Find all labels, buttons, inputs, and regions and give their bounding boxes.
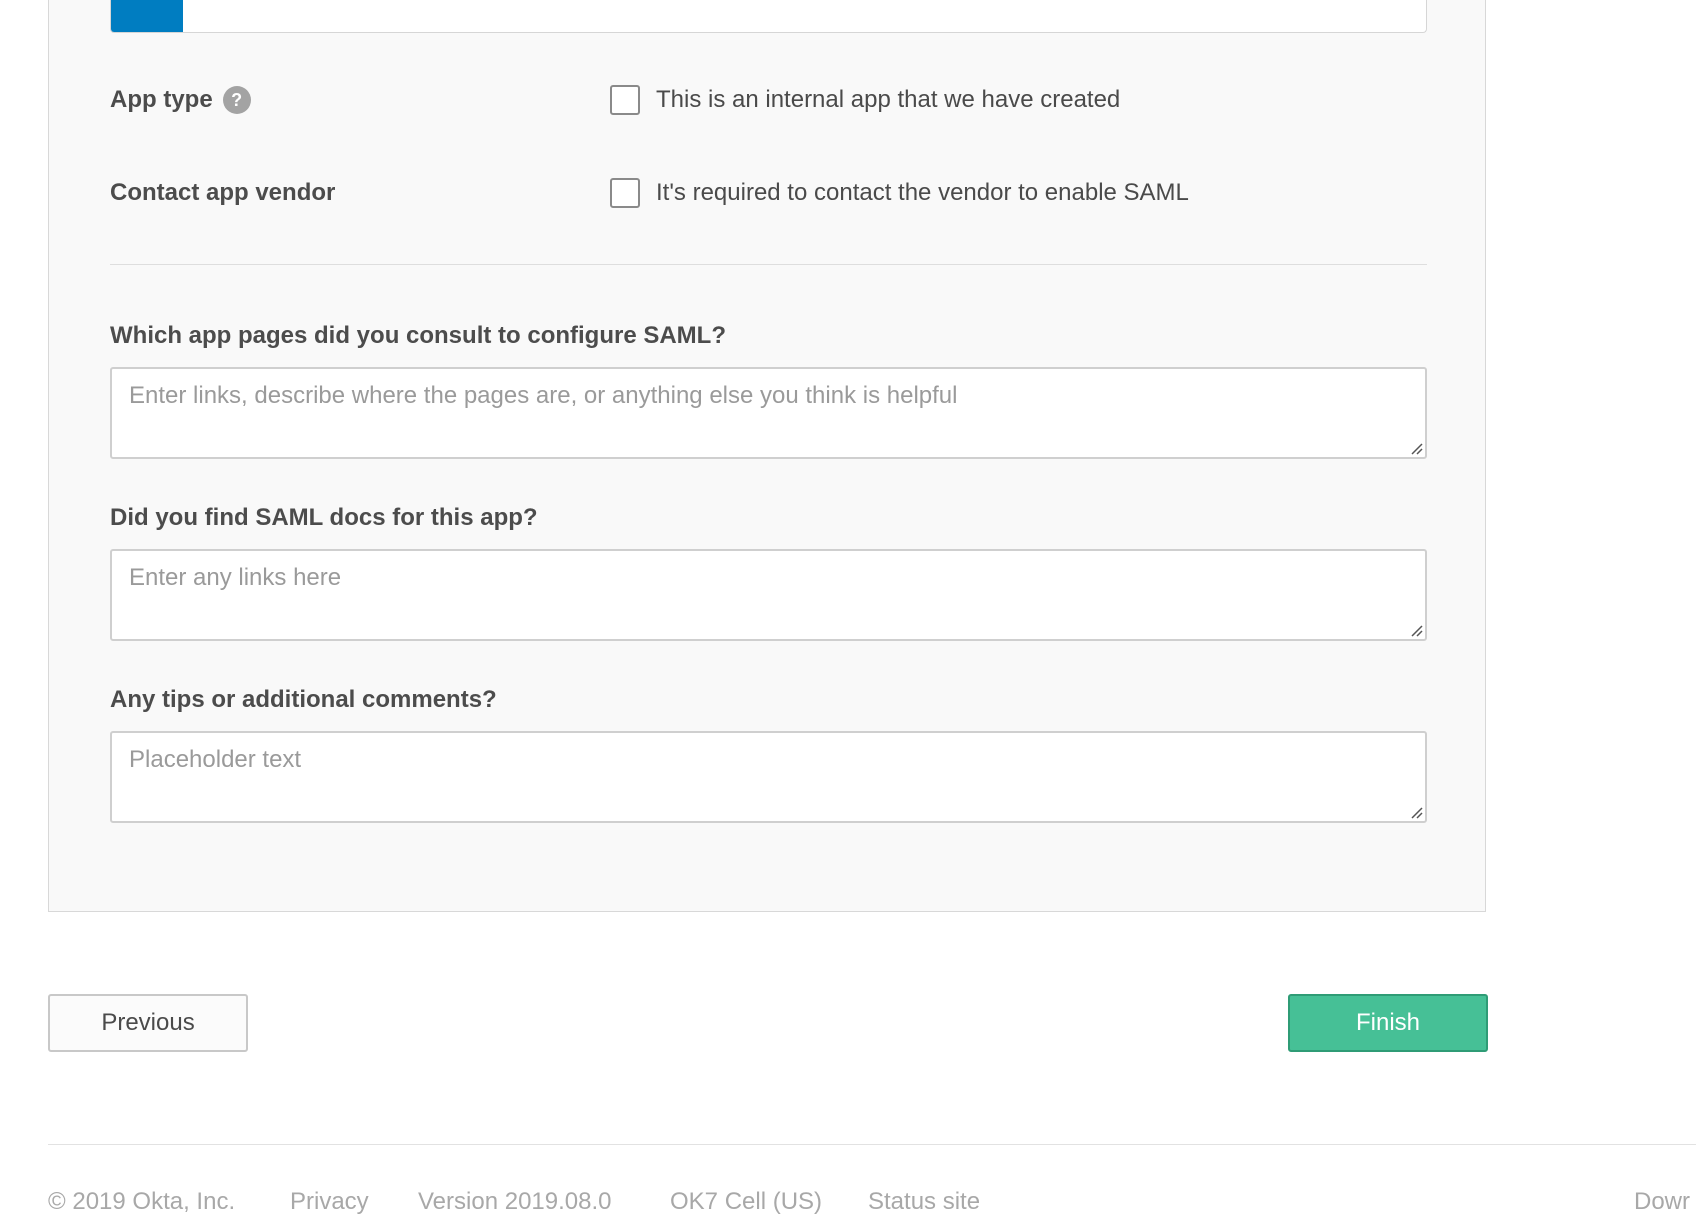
section-divider — [110, 264, 1427, 265]
comments-placeholder: Placeholder text — [129, 746, 302, 773]
internal-app-checkbox-group[interactable]: This is an internal app that we have cre… — [610, 82, 1120, 118]
info-callout-stripe — [111, 0, 183, 32]
comments-textarea[interactable]: Placeholder text — [110, 731, 1427, 823]
footer-status-link[interactable]: Status site — [868, 1188, 980, 1216]
contact-vendor-checkbox[interactable] — [610, 178, 640, 208]
resize-handle-icon[interactable] — [1409, 805, 1423, 819]
info-callout — [110, 0, 1427, 33]
contact-vendor-row: Contact app vendor — [110, 175, 335, 211]
page-footer: © 2019 Okta, Inc. Privacy Version 2019.0… — [48, 1188, 1696, 1228]
footer-version: Version 2019.08.0 — [418, 1188, 612, 1215]
previous-button[interactable]: Previous — [48, 994, 248, 1052]
footer-download-link[interactable]: Dowr — [1634, 1188, 1690, 1216]
finish-button[interactable]: Finish — [1288, 994, 1488, 1052]
resize-handle-icon[interactable] — [1409, 623, 1423, 637]
contact-vendor-checkbox-label[interactable]: It's required to contact the vendor to e… — [656, 179, 1189, 207]
contact-vendor-checkbox-group[interactable]: It's required to contact the vendor to e… — [610, 175, 1189, 211]
app-type-row: App type ? — [110, 82, 251, 118]
saml-docs-label: Did you find SAML docs for this app? — [110, 504, 538, 531]
internal-app-checkbox[interactable] — [610, 85, 640, 115]
footer-copyright: © 2019 Okta, Inc. — [48, 1188, 236, 1215]
footer-cell: OK7 Cell (US) — [670, 1188, 823, 1215]
footer-divider — [48, 1144, 1696, 1145]
saml-docs-placeholder: Enter any links here — [129, 564, 342, 591]
footer-privacy-link[interactable]: Privacy — [290, 1188, 369, 1216]
contact-vendor-label: Contact app vendor — [110, 179, 336, 206]
saml-docs-textarea[interactable]: Enter any links here — [110, 549, 1427, 641]
consult-pages-label: Which app pages did you consult to confi… — [110, 322, 726, 349]
comments-label: Any tips or additional comments? — [110, 686, 497, 713]
internal-app-checkbox-label[interactable]: This is an internal app that we have cre… — [656, 86, 1120, 114]
app-type-label: App type ? — [110, 86, 251, 114]
help-circle-icon[interactable]: ? — [222, 86, 251, 114]
resize-handle-icon[interactable] — [1409, 441, 1423, 455]
app-type-label-text: App type — [110, 86, 213, 113]
consult-pages-textarea[interactable]: Enter links, describe where the pages ar… — [110, 367, 1427, 459]
consult-pages-placeholder: Enter links, describe where the pages ar… — [129, 382, 958, 409]
